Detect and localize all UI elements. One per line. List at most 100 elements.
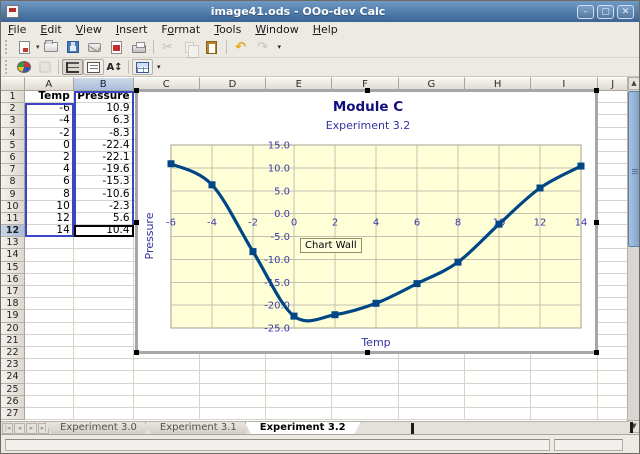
cell-J9[interactable] (598, 189, 629, 201)
row-header-11[interactable]: 11 (1, 213, 25, 225)
menu-help[interactable]: Help (306, 23, 345, 36)
cell-B20[interactable] (74, 323, 134, 335)
minimize-button[interactable]: – (577, 5, 594, 19)
cell-H24[interactable] (465, 371, 531, 383)
chart-object[interactable]: 15.010.05.00.0-5.0-10.0-15.0-20.0-25.0-6… (135, 89, 598, 354)
menu-edit[interactable]: Edit (33, 23, 68, 36)
undo-button[interactable]: ↶ (230, 38, 252, 56)
save-button[interactable] (62, 38, 84, 56)
cell-A11[interactable]: 12 (25, 213, 74, 225)
title-bar[interactable]: image41.ods - OOo-dev Calc – ▢ ✕ (1, 1, 639, 22)
cell-B23[interactable] (74, 359, 134, 371)
cell-B25[interactable] (74, 384, 134, 396)
cell-E26[interactable] (266, 396, 332, 408)
resize-handle[interactable] (365, 350, 370, 355)
menu-format[interactable]: Format (154, 23, 207, 36)
toolbar-grip[interactable] (3, 40, 10, 54)
row-header-6[interactable]: 6 (1, 152, 25, 164)
cell-J21[interactable] (598, 335, 629, 347)
cell-J7[interactable] (598, 164, 629, 176)
cell-F26[interactable] (332, 396, 398, 408)
previous-sheet-button[interactable]: ◂ (14, 423, 25, 434)
new-document-button[interactable] (13, 38, 35, 56)
cell-J13[interactable] (598, 237, 629, 249)
cell-J1[interactable] (598, 91, 629, 103)
cell-H25[interactable] (465, 384, 531, 396)
paste-button[interactable] (201, 38, 223, 56)
row-header-22[interactable]: 22 (1, 347, 25, 359)
cell-D27[interactable] (200, 408, 266, 420)
cell-B4[interactable]: -8.3 (74, 128, 134, 140)
cell-J14[interactable] (598, 249, 629, 261)
toolbar-overflow-icon[interactable]: ▾ (278, 43, 282, 51)
resize-handle[interactable] (134, 88, 139, 93)
scale-text-button[interactable]: A↕ (104, 59, 125, 75)
pane-splitter[interactable] (630, 422, 633, 433)
row-header-15[interactable]: 15 (1, 262, 25, 274)
row-header-19[interactable]: 19 (1, 310, 25, 322)
cell-A9[interactable]: 8 (25, 189, 74, 201)
cell-E27[interactable] (266, 408, 332, 420)
cell-B21[interactable] (74, 335, 134, 347)
redo-button[interactable]: ↷ (252, 38, 274, 56)
cell-J15[interactable] (598, 262, 629, 274)
cell-C24[interactable] (134, 371, 200, 383)
cell-J27[interactable] (598, 408, 629, 420)
cell-B19[interactable] (74, 310, 134, 322)
row-header-21[interactable]: 21 (1, 335, 25, 347)
chart-data-table-button[interactable] (34, 59, 55, 75)
resize-handle[interactable] (365, 88, 370, 93)
cell-G25[interactable] (399, 384, 465, 396)
cell-J23[interactable] (598, 359, 629, 371)
cell-H23[interactable] (465, 359, 531, 371)
open-button[interactable] (40, 38, 62, 56)
cell-D26[interactable] (200, 396, 266, 408)
cell-F23[interactable] (332, 359, 398, 371)
cell-B5[interactable]: -22.4 (74, 140, 134, 152)
cell-A20[interactable] (25, 323, 74, 335)
cell-E24[interactable] (266, 371, 332, 383)
cell-A2[interactable]: -6 (25, 103, 74, 115)
cell-B22[interactable] (74, 347, 134, 359)
cell-B15[interactable] (74, 262, 134, 274)
cell-B8[interactable]: -15.3 (74, 176, 134, 188)
column-header-J[interactable]: J (598, 77, 629, 91)
cell-I24[interactable] (531, 371, 597, 383)
cell-J18[interactable] (598, 298, 629, 310)
chart-type-button[interactable] (13, 59, 34, 75)
row-header-26[interactable]: 26 (1, 396, 25, 408)
cell-B11[interactable]: 5.6 (74, 213, 134, 225)
next-sheet-button[interactable]: ▸ (26, 423, 37, 434)
cell-F24[interactable] (332, 371, 398, 383)
cell-B13[interactable] (74, 237, 134, 249)
toolbar-grip[interactable] (3, 60, 10, 74)
copy-button[interactable] (179, 38, 201, 56)
menu-window[interactable]: Window (248, 23, 305, 36)
row-header-18[interactable]: 18 (1, 298, 25, 310)
vertical-scroll-thumb[interactable] (628, 91, 640, 247)
cell-B7[interactable]: -19.6 (74, 164, 134, 176)
cell-A23[interactable] (25, 359, 74, 371)
cell-A12[interactable]: 14 (25, 225, 74, 237)
cell-B17[interactable] (74, 286, 134, 298)
row-header-2[interactable]: 2 (1, 103, 25, 115)
row-header-17[interactable]: 17 (1, 286, 25, 298)
cell-D23[interactable] (200, 359, 266, 371)
row-header-9[interactable]: 9 (1, 189, 25, 201)
first-sheet-button[interactable]: |◂ (2, 423, 13, 434)
cell-A22[interactable] (25, 347, 74, 359)
cell-G23[interactable] (399, 359, 465, 371)
cell-J8[interactable] (598, 176, 629, 188)
menu-tools[interactable]: Tools (207, 23, 248, 36)
cut-button[interactable]: ✂ (157, 38, 179, 56)
cell-B2[interactable]: 10.9 (74, 103, 134, 115)
axes-grid-button[interactable] (62, 59, 83, 75)
cell-B18[interactable] (74, 298, 134, 310)
tab-splitter[interactable] (411, 423, 414, 434)
vertical-scrollbar[interactable]: ▲ ▼ (627, 77, 639, 433)
cell-A6[interactable]: 2 (25, 152, 74, 164)
resize-handle[interactable] (594, 220, 599, 225)
cell-I26[interactable] (531, 396, 597, 408)
cell-A5[interactable]: 0 (25, 140, 74, 152)
row-header-25[interactable]: 25 (1, 384, 25, 396)
